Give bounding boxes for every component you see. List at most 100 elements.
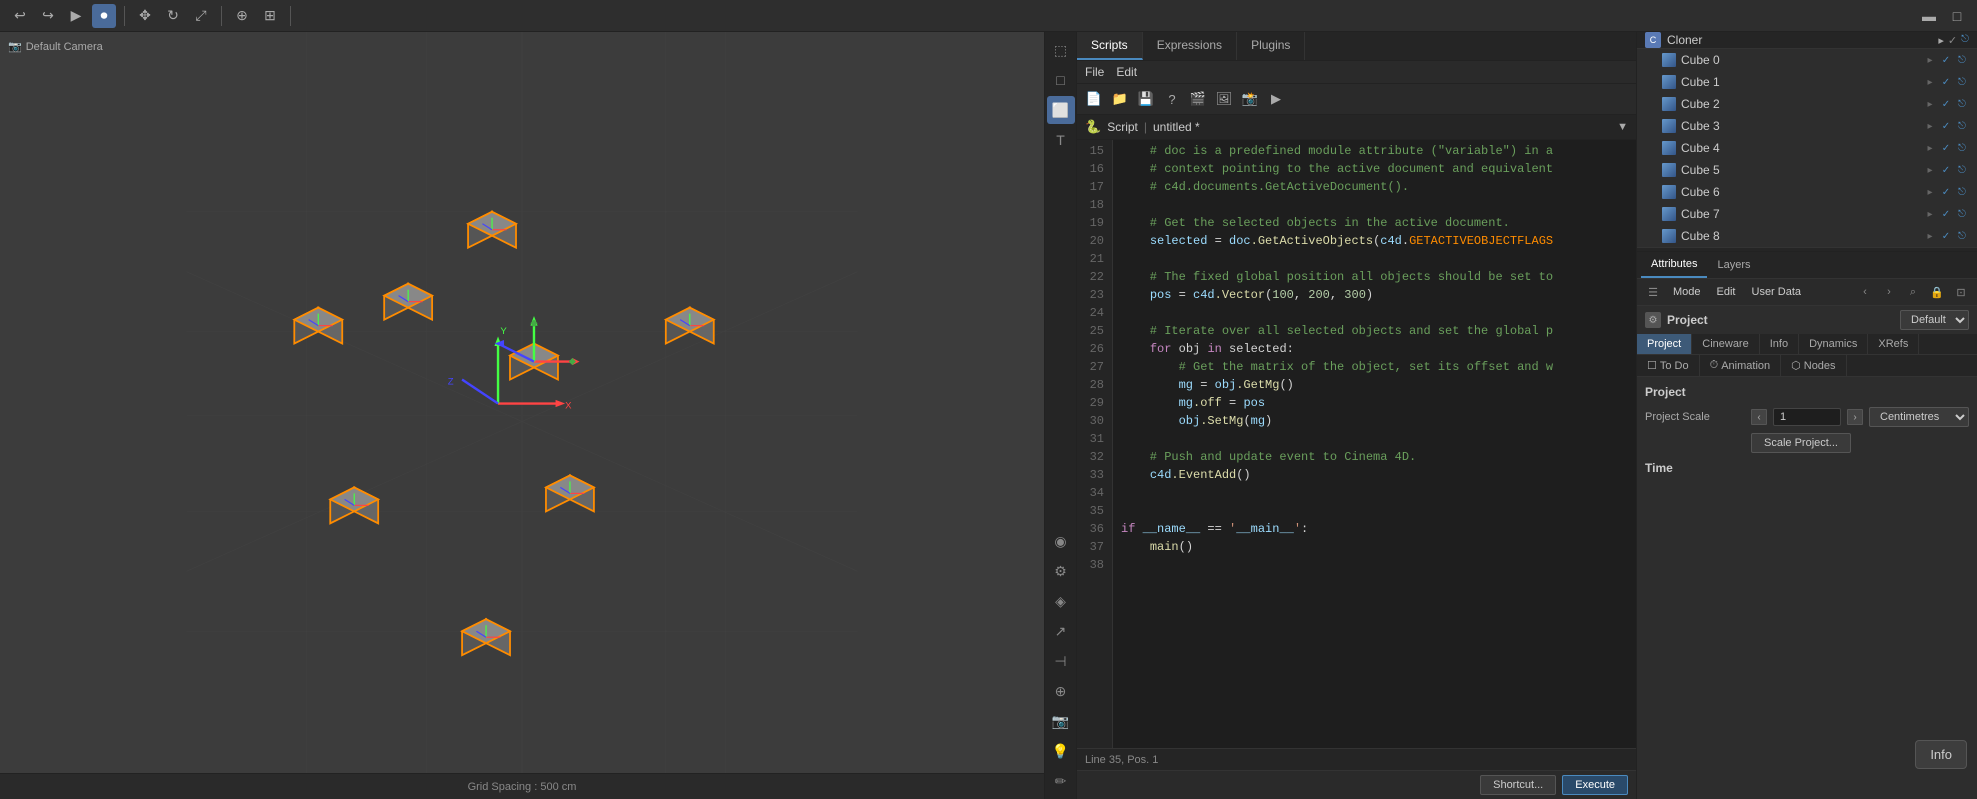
toolbar-icon-maximize[interactable]: □ — [1945, 4, 1969, 28]
code-line[interactable]: pos = c4d.Vector(100, 200, 300) — [1121, 286, 1628, 304]
code-line[interactable]: main() — [1121, 538, 1628, 556]
script-play-btn[interactable]: ▶ — [1265, 88, 1287, 110]
attr-back-btn[interactable]: ‹ — [1855, 282, 1875, 302]
code-line[interactable]: # context pointing to the active documen… — [1121, 160, 1628, 178]
script-open-btn[interactable]: 📁 — [1109, 88, 1131, 110]
obj-expand-btn[interactable]: ▸ — [1923, 119, 1937, 133]
vicon-active[interactable]: ⬜ — [1047, 96, 1075, 124]
obj-check-btn[interactable]: ✓ — [1939, 97, 1953, 111]
scale-decrement-btn[interactable]: ‹ — [1751, 409, 1767, 425]
vicon-paint[interactable]: ✏ — [1047, 767, 1075, 795]
obj-link-btn[interactable]: ⎋ — [1955, 75, 1969, 89]
tab-scripts[interactable]: Scripts — [1077, 32, 1143, 60]
attr-subtab2-animation[interactable]: ⏱ Animation — [1700, 355, 1782, 376]
script-new-btn[interactable]: 📄 — [1083, 88, 1105, 110]
vicon-tag[interactable]: ◈ — [1047, 587, 1075, 615]
obj-expand-btn[interactable]: ▸ — [1923, 185, 1937, 199]
attr-subtab-dynamics[interactable]: Dynamics — [1799, 334, 1868, 354]
object-list-item[interactable]: Cube 6 ▸ ✓ ⎋ — [1637, 181, 1977, 203]
code-line[interactable]: selected = doc.GetActiveObjects(c4d.GETA… — [1121, 232, 1628, 250]
scale-increment-btn[interactable]: › — [1847, 409, 1863, 425]
attr-edit-btn[interactable]: Edit — [1711, 284, 1742, 300]
code-line[interactable]: # doc is a predefined module attribute (… — [1121, 142, 1628, 160]
menu-file[interactable]: File — [1085, 65, 1104, 79]
obj-expand-btn[interactable]: ▸ — [1923, 75, 1937, 89]
project-scale-unit-dropdown[interactable]: Centimetres — [1869, 407, 1969, 427]
vicon-box[interactable]: □ — [1047, 66, 1075, 94]
vicon-export[interactable]: ↗ — [1047, 617, 1075, 645]
code-editor[interactable]: 1516171819202122232425262728293031323334… — [1077, 140, 1636, 748]
attr-search-btn[interactable]: ⌕ — [1903, 282, 1923, 302]
scale-project-button[interactable]: Scale Project... — [1751, 433, 1851, 453]
object-list-item[interactable]: Cube 4 ▸ ✓ ⎋ — [1637, 137, 1977, 159]
code-line[interactable]: # Push and update event to Cinema 4D. — [1121, 448, 1628, 466]
object-list-item[interactable]: Cube 0 ▸ ✓ ⎋ — [1637, 49, 1977, 71]
attr-subtab-project[interactable]: Project — [1637, 334, 1692, 354]
toolbar-icon-minimize[interactable]: ▬ — [1917, 4, 1941, 28]
obj-check-btn[interactable]: ✓ — [1939, 229, 1953, 243]
script-save-btn[interactable]: 💾 — [1135, 88, 1157, 110]
tab-plugins[interactable]: Plugins — [1237, 32, 1305, 60]
obj-link-btn[interactable]: ⎋ — [1955, 163, 1969, 177]
vicon-globe[interactable]: ⊕ — [1047, 677, 1075, 705]
vicon-circle[interactable]: ◉ — [1047, 527, 1075, 555]
code-line[interactable] — [1121, 556, 1628, 574]
obj-check-btn[interactable]: ✓ — [1939, 75, 1953, 89]
toolbar-icon-rotate[interactable]: ↻ — [161, 4, 185, 28]
code-line[interactable]: if __name__ == '__main__': — [1121, 520, 1628, 538]
code-line[interactable]: # Iterate over all selected objects and … — [1121, 322, 1628, 340]
vicon-light[interactable]: 💡 — [1047, 737, 1075, 765]
code-line[interactable] — [1121, 250, 1628, 268]
code-line[interactable]: # Get the selected objects in the active… — [1121, 214, 1628, 232]
project-scale-value[interactable]: 1 — [1773, 408, 1841, 426]
shortcut-button[interactable]: Shortcut... — [1480, 775, 1556, 795]
object-list-item[interactable]: Cube 8 ▸ ✓ ⎋ — [1637, 225, 1977, 247]
script-camera-btn[interactable]: 📸 — [1239, 88, 1261, 110]
attr-subtab2-nodes[interactable]: ⬡ Nodes — [1781, 355, 1846, 376]
script-image-btn[interactable]: 🖼 — [1213, 88, 1235, 110]
attr-default-dropdown[interactable]: Default — [1900, 310, 1969, 330]
object-list-item[interactable]: Cube 3 ▸ ✓ ⎋ — [1637, 115, 1977, 137]
cloner-check[interactable]: ✓ — [1948, 34, 1957, 47]
object-list-scrollbar[interactable] — [1637, 247, 1977, 251]
code-line[interactable] — [1121, 484, 1628, 502]
obj-link-btn[interactable]: ⎋ — [1955, 53, 1969, 67]
obj-check-btn[interactable]: ✓ — [1939, 185, 1953, 199]
obj-expand-btn[interactable]: ▸ — [1923, 97, 1937, 111]
obj-link-btn[interactable]: ⎋ — [1955, 207, 1969, 221]
menu-edit[interactable]: Edit — [1116, 65, 1137, 79]
attr-forward-btn[interactable]: › — [1879, 282, 1899, 302]
obj-link-btn[interactable]: ⎋ — [1955, 185, 1969, 199]
vicon-text[interactable]: T — [1047, 126, 1075, 154]
vicon-magnet[interactable]: ⊣ — [1047, 647, 1075, 675]
code-line[interactable] — [1121, 502, 1628, 520]
obj-check-btn[interactable]: ✓ — [1939, 141, 1953, 155]
object-list-item[interactable]: Cube 5 ▸ ✓ ⎋ — [1637, 159, 1977, 181]
script-clapboard-btn[interactable]: 🎬 — [1187, 88, 1209, 110]
obj-check-btn[interactable]: ✓ — [1939, 207, 1953, 221]
cloner-link[interactable]: ⎋ — [1961, 34, 1969, 47]
script-file-dropdown[interactable]: ▼ — [1617, 121, 1628, 133]
execute-button[interactable]: Execute — [1562, 775, 1628, 795]
attr-subtab-info[interactable]: Info — [1760, 334, 1799, 354]
vicon-gear[interactable]: ⚙ — [1047, 557, 1075, 585]
vicon-select[interactable]: ⬚ — [1047, 36, 1075, 64]
tab-expressions[interactable]: Expressions — [1143, 32, 1237, 60]
attr-mode-btn[interactable]: Mode — [1667, 284, 1707, 300]
object-list-item[interactable]: Cube 1 ▸ ✓ ⎋ — [1637, 71, 1977, 93]
code-line[interactable]: # Get the matrix of the object, set its … — [1121, 358, 1628, 376]
obj-link-btn[interactable]: ⎋ — [1955, 229, 1969, 243]
code-content[interactable]: # doc is a predefined module attribute (… — [1113, 140, 1636, 748]
code-line[interactable]: mg.off = pos — [1121, 394, 1628, 412]
attr-userdata-btn[interactable]: User Data — [1746, 284, 1808, 300]
obj-expand-btn[interactable]: ▸ — [1923, 229, 1937, 243]
script-file-name[interactable]: untitled * — [1153, 120, 1200, 134]
obj-link-btn[interactable]: ⎋ — [1955, 141, 1969, 155]
code-line[interactable]: obj.SetMg(mg) — [1121, 412, 1628, 430]
attr-lock-btn[interactable]: 🔒 — [1927, 282, 1947, 302]
attr-expand-btn[interactable]: ⊡ — [1951, 282, 1971, 302]
code-line[interactable]: c4d.EventAdd() — [1121, 466, 1628, 484]
vicon-camera[interactable]: 📷 — [1047, 707, 1075, 735]
code-line[interactable] — [1121, 430, 1628, 448]
obj-expand-btn[interactable]: ▸ — [1923, 207, 1937, 221]
